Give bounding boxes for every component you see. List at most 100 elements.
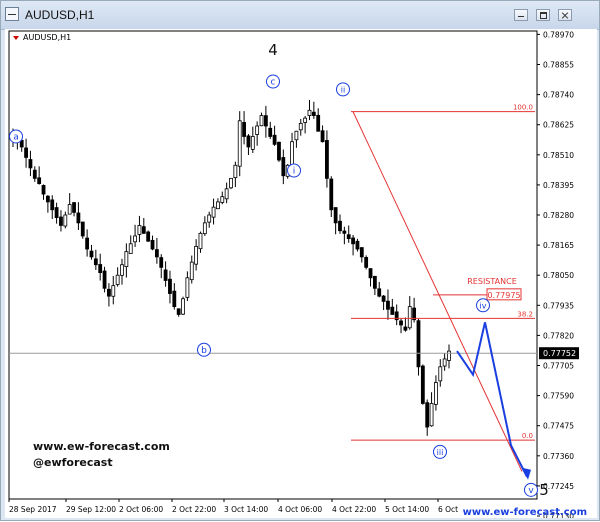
candle-body — [386, 300, 390, 310]
candle — [24, 138, 28, 168]
candle — [37, 166, 42, 185]
candle-body — [198, 232, 203, 250]
candle — [220, 191, 225, 205]
candle-body — [429, 403, 434, 427]
candle-body — [298, 122, 303, 131]
y-tick-label: 0.77705 — [543, 362, 574, 371]
candle-body — [159, 257, 164, 268]
candle-body — [89, 250, 94, 258]
y-tick-label: 0.78280 — [543, 211, 574, 220]
close-icon[interactable] — [558, 9, 572, 21]
candle — [150, 235, 155, 251]
wave-marker-ii: ii — [336, 82, 350, 97]
y-tick-label: 0.78165 — [543, 241, 574, 250]
candle — [120, 258, 124, 285]
candle — [63, 211, 68, 229]
candle-body — [320, 130, 325, 143]
candle — [50, 195, 55, 219]
candle — [76, 202, 81, 231]
candle-body — [141, 226, 146, 234]
candle — [133, 224, 137, 247]
chart-area[interactable]: AUDUSD,H1 100.0 38.2 0.0 RESISTANCE 0.77975 a… — [5, 29, 597, 521]
candle-body — [224, 188, 229, 200]
maximize-icon[interactable] — [536, 9, 550, 21]
candle-body — [242, 122, 246, 137]
candle — [207, 211, 212, 228]
candles-layer — [11, 99, 451, 436]
candle — [438, 359, 443, 387]
candle-body — [311, 111, 316, 116]
candle — [442, 353, 447, 371]
candle — [290, 132, 294, 166]
price-chart[interactable]: AUDUSD,H1 100.0 38.2 0.0 RESISTANCE 0.77975 a… — [5, 29, 597, 521]
y-tick-label: 0.78625 — [543, 121, 574, 130]
candle — [259, 112, 264, 127]
candle-body — [120, 264, 124, 276]
candle — [198, 231, 203, 253]
x-tick-label: 3 Oct 14:00 — [224, 505, 268, 514]
candle — [45, 195, 50, 213]
candle — [434, 375, 438, 411]
candle — [102, 266, 107, 293]
candle-body — [176, 308, 181, 315]
candle-body — [233, 164, 238, 179]
footer-watermark: www.ew-forecast.com — [463, 507, 587, 518]
candle-body — [390, 306, 395, 315]
candle-body — [268, 127, 273, 137]
x-tick-label: 4 Oct 22:00 — [332, 505, 376, 514]
wave-marker-iv: iv — [476, 298, 490, 313]
current-price-value: 0.77752 — [543, 349, 576, 358]
candle-body — [346, 234, 351, 239]
candle-body — [329, 178, 334, 211]
candle-body — [168, 278, 172, 294]
wave-label-ii: ii — [341, 85, 345, 94]
candle-body — [93, 258, 98, 266]
candle-body — [442, 358, 447, 367]
candle-body — [102, 270, 107, 289]
candle — [224, 182, 229, 204]
candle — [154, 237, 159, 264]
candle-body — [37, 177, 42, 184]
candle-body — [67, 204, 72, 215]
candle — [429, 392, 434, 427]
minimize-icon[interactable] — [514, 9, 528, 21]
candle-body — [281, 157, 286, 177]
x-tick-label: 28 Sep 2017 — [9, 505, 57, 514]
candle-body — [255, 125, 260, 135]
candle — [172, 283, 177, 310]
y-tick-label: 0.78970 — [543, 30, 574, 39]
candle-body — [54, 207, 59, 219]
candle — [403, 317, 408, 332]
resistance-label: RESISTANCE — [467, 277, 517, 286]
candle-body — [416, 320, 421, 368]
candle — [447, 344, 451, 369]
candle-body — [163, 269, 168, 281]
wave-label-c: c — [271, 78, 276, 88]
candle — [407, 296, 412, 330]
candle — [176, 308, 181, 317]
candle — [98, 253, 103, 281]
candle — [294, 130, 299, 148]
candle — [311, 101, 316, 119]
fib-level-label: 100.0 — [513, 104, 533, 112]
watermark-handle: @ewforecast — [33, 456, 113, 469]
candle — [386, 289, 390, 320]
candle — [85, 229, 90, 257]
wave-label-iv: iv — [480, 301, 487, 310]
window-titlebar[interactable]: AUDUSD,H1 — [1, 1, 599, 30]
y-tick-label: 0.78510 — [543, 151, 574, 160]
wave-label-4: 4 — [268, 41, 278, 59]
candle — [263, 105, 268, 138]
candle-body — [137, 225, 142, 235]
candle — [59, 210, 63, 232]
y-tick-label: 0.77935 — [543, 301, 574, 310]
candle — [41, 184, 46, 200]
candle-body — [403, 326, 408, 331]
candle-body — [372, 275, 377, 289]
wave-marker-v: v — [524, 482, 538, 497]
projection-path — [456, 322, 528, 478]
candle-body — [316, 114, 321, 132]
candle — [250, 126, 255, 153]
wave-marker-c: c — [266, 74, 280, 89]
candle-body — [381, 295, 386, 302]
